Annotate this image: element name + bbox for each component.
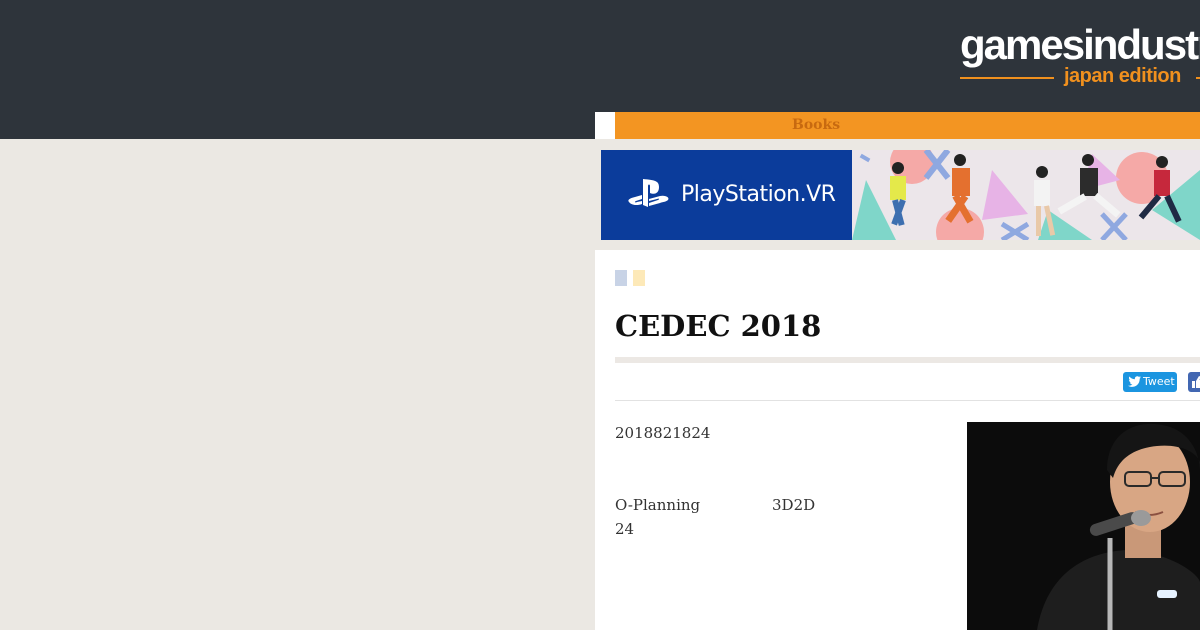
- logo-rule-left: [960, 77, 1054, 79]
- category-badge[interactable]: [633, 270, 645, 286]
- article-photo: [967, 422, 1200, 630]
- article-date: 2018821824: [615, 424, 711, 442]
- nav-bar: Books: [615, 112, 1200, 139]
- ad-brand-text: PlayStation.VR: [681, 182, 836, 207]
- paragraph-text: 24: [615, 520, 635, 538]
- nav-item-books[interactable]: Books: [792, 112, 840, 139]
- tweet-button[interactable]: Tweet: [1123, 372, 1177, 392]
- logo-rule-right: [1196, 77, 1200, 79]
- logo-wordmark: gamesindustry: [960, 22, 1200, 68]
- paragraph-text: O-Planning: [615, 496, 701, 514]
- speaker-photo: [967, 422, 1200, 630]
- facebook-like-icon: [1192, 376, 1200, 388]
- site-logo[interactable]: gamesindustry japan edition: [960, 22, 1200, 92]
- share-divider: [615, 400, 1200, 401]
- facebook-like-button[interactable]: [1188, 372, 1200, 392]
- category-badge[interactable]: [615, 270, 627, 286]
- ad-banner[interactable]: PlayStation.VR: [601, 150, 1200, 240]
- ad-artwork: [852, 150, 1200, 240]
- ad-brand-panel: PlayStation.VR: [601, 150, 852, 240]
- title-divider: [615, 357, 1200, 363]
- logo-edition: japan edition: [1064, 65, 1181, 87]
- paragraph-text: 3D2D: [772, 496, 816, 514]
- twitter-bird-icon: [1128, 376, 1141, 387]
- article-title: CEDEC 2018: [615, 309, 822, 343]
- tweet-label: Tweet: [1143, 375, 1175, 388]
- playstation-logo-icon: [628, 179, 669, 207]
